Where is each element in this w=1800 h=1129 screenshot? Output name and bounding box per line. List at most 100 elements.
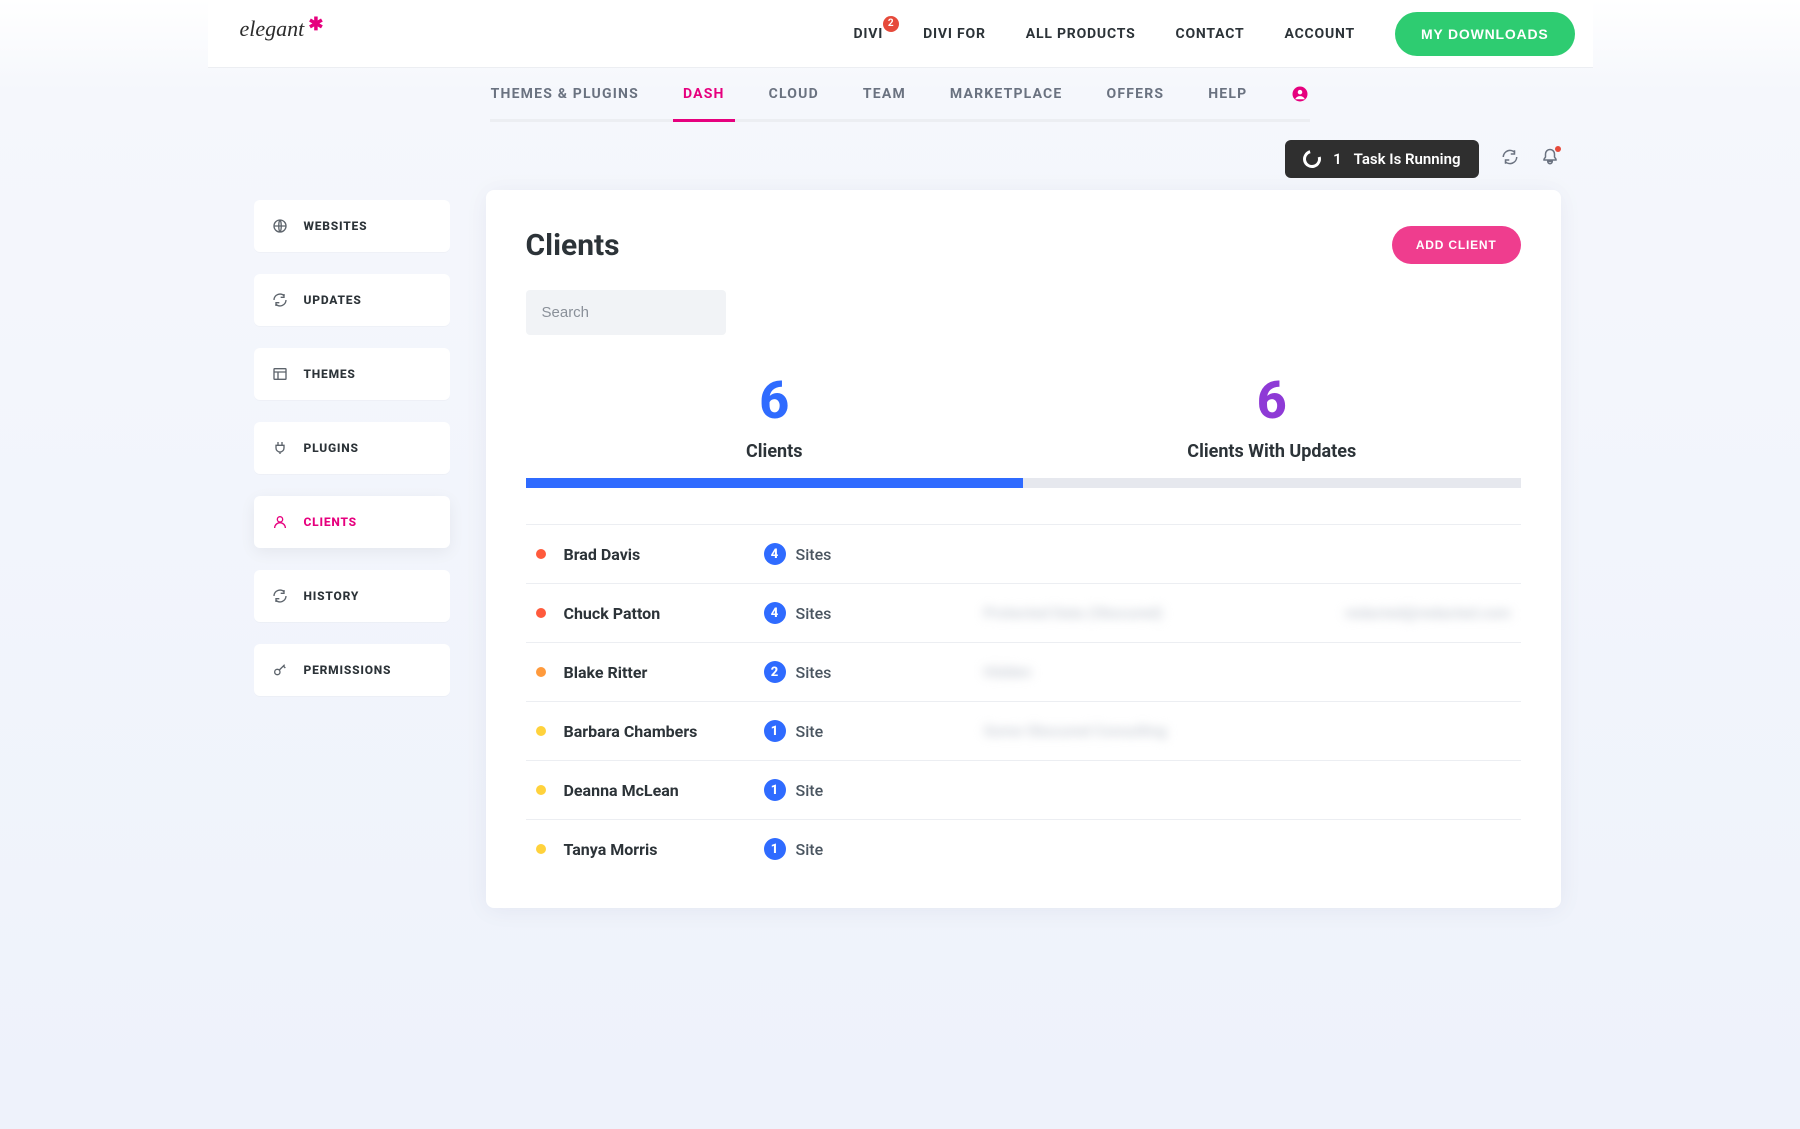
sidebar-item-label: CLIENTS	[304, 515, 357, 529]
status-dot	[536, 667, 546, 677]
client-company: Protected Data (Obscured)	[984, 604, 1248, 622]
table-row[interactable]: Tanya Morris 1 Site	[526, 820, 1521, 878]
task-text: Task Is Running	[1354, 150, 1461, 168]
refresh-icon	[272, 292, 288, 308]
nav-badge: 2	[883, 16, 899, 32]
sites-cell: 1 Site	[764, 720, 984, 742]
sites-unit: Site	[796, 781, 824, 800]
sites-cell: 1 Site	[764, 779, 984, 801]
sidebar-item-history[interactable]: HISTORY	[254, 570, 450, 622]
refresh-icon	[272, 588, 288, 604]
client-name: Barbara Chambers	[564, 722, 764, 741]
nav-label: DIVI	[853, 26, 883, 42]
nav-account[interactable]: ACCOUNT	[1284, 26, 1354, 42]
secondary-tabbar: THEMES & PLUGINS DASH CLOUD TEAM MARKETP…	[490, 68, 1310, 122]
sites-cell: 1 Site	[764, 838, 984, 860]
plug-icon	[272, 440, 288, 456]
stats-tabs: 6 Clients 6 Clients With Updates	[526, 375, 1521, 488]
sidebar: WEBSITES UPDATES THEMES PLUGINS CLIENTS …	[254, 200, 450, 696]
tab-help[interactable]: HELP	[1208, 68, 1247, 119]
nav-divi[interactable]: DIVI 2	[853, 26, 883, 42]
nav-all-products[interactable]: ALL PRODUCTS	[1026, 26, 1136, 42]
sites-unit: Sites	[796, 545, 832, 564]
search-input[interactable]	[526, 290, 726, 335]
sites-cell: 2 Sites	[764, 661, 984, 683]
client-name: Tanya Morris	[564, 840, 764, 859]
nav-divi-for[interactable]: DIVI FOR	[923, 26, 986, 42]
client-name: Brad Davis	[564, 545, 764, 564]
stat-value: 6	[526, 375, 1024, 427]
sidebar-item-clients[interactable]: CLIENTS	[254, 496, 450, 548]
task-running-pill[interactable]: 1 Task Is Running	[1285, 140, 1478, 178]
task-count: 1	[1333, 150, 1342, 168]
sites-unit: Site	[796, 840, 824, 859]
stat-tab-clients[interactable]: 6 Clients	[526, 375, 1024, 488]
sidebar-item-websites[interactable]: WEBSITES	[254, 200, 450, 252]
tab-offers[interactable]: OFFERS	[1107, 68, 1165, 119]
table-row[interactable]: Brad Davis 4 Sites	[526, 524, 1521, 584]
tab-themes-plugins[interactable]: THEMES & PLUGINS	[491, 68, 639, 119]
key-icon	[272, 662, 288, 678]
stat-tab-clients-updates[interactable]: 6 Clients With Updates	[1023, 375, 1521, 488]
sidebar-item-updates[interactable]: UPDATES	[254, 274, 450, 326]
tab-marketplace[interactable]: MARKETPLACE	[950, 68, 1063, 119]
top-nav-links: DIVI 2 DIVI FOR ALL PRODUCTS CONTACT ACC…	[853, 12, 1574, 56]
sites-unit: Sites	[796, 663, 832, 682]
person-icon	[272, 514, 288, 530]
status-dot	[536, 608, 546, 618]
user-circle-icon	[1291, 85, 1309, 103]
tab-dash[interactable]: DASH	[683, 68, 725, 119]
main-panel: Clients ADD CLIENT 6 Clients 6 Clients W…	[486, 190, 1561, 908]
sites-count: 4	[764, 602, 786, 624]
status-dot	[536, 726, 546, 736]
client-table: Brad Davis 4 Sites Chuck Patton 4 Sites	[526, 524, 1521, 878]
client-company: Hidden	[984, 663, 1248, 681]
add-client-button[interactable]: ADD CLIENT	[1392, 226, 1521, 264]
table-row[interactable]: Barbara Chambers 1 Site Some Obscured Co…	[526, 702, 1521, 761]
sidebar-item-label: UPDATES	[304, 293, 362, 307]
refresh-button[interactable]	[1501, 148, 1519, 170]
notifications-button[interactable]	[1541, 148, 1559, 170]
sites-cell: 4 Sites	[764, 602, 984, 624]
sites-cell: 4 Sites	[764, 543, 984, 565]
sidebar-item-label: PLUGINS	[304, 441, 359, 455]
sites-unit: Sites	[796, 604, 832, 623]
tab-cloud[interactable]: CLOUD	[769, 68, 819, 119]
client-name: Chuck Patton	[564, 604, 764, 623]
table-row[interactable]: Chuck Patton 4 Sites Protected Data (Obs…	[526, 584, 1521, 643]
page-title: Clients	[526, 228, 620, 263]
layout-icon	[272, 366, 288, 382]
sites-unit: Site	[796, 722, 824, 741]
tab-team[interactable]: TEAM	[863, 68, 906, 119]
sidebar-item-label: HISTORY	[304, 589, 360, 603]
spinner-icon	[1300, 147, 1325, 172]
client-name: Blake Ritter	[564, 663, 764, 682]
tab-user-account[interactable]	[1291, 68, 1309, 119]
sidebar-item-plugins[interactable]: PLUGINS	[254, 422, 450, 474]
sidebar-item-label: WEBSITES	[304, 219, 368, 233]
sites-count: 2	[764, 661, 786, 683]
status-dot	[536, 844, 546, 854]
top-navbar: elegant ✱ DIVI 2 DIVI FOR ALL PRODUCTS C…	[208, 0, 1593, 68]
stat-label: Clients	[526, 441, 1024, 462]
sites-count: 4	[764, 543, 786, 565]
sidebar-item-themes[interactable]: THEMES	[254, 348, 450, 400]
brand-name: elegant	[240, 16, 305, 41]
table-row[interactable]: Deanna McLean 1 Site	[526, 761, 1521, 820]
brand-logo[interactable]: elegant ✱	[240, 16, 318, 52]
status-dot	[536, 549, 546, 559]
nav-contact[interactable]: CONTACT	[1176, 26, 1245, 42]
action-strip: 1 Task Is Running	[208, 122, 1593, 178]
sidebar-item-label: THEMES	[304, 367, 356, 381]
stat-label: Clients With Updates	[1023, 441, 1521, 462]
my-downloads-button[interactable]: MY DOWNLOADS	[1395, 12, 1575, 56]
sidebar-item-label: PERMISSIONS	[304, 663, 392, 677]
star-icon: ✱	[308, 14, 323, 35]
sites-count: 1	[764, 779, 786, 801]
refresh-icon	[1501, 148, 1519, 166]
client-company: Some Obscured Consulting	[984, 722, 1248, 740]
client-name: Deanna McLean	[564, 781, 764, 800]
status-dot	[536, 785, 546, 795]
sidebar-item-permissions[interactable]: PERMISSIONS	[254, 644, 450, 696]
table-row[interactable]: Blake Ritter 2 Sites Hidden	[526, 643, 1521, 702]
